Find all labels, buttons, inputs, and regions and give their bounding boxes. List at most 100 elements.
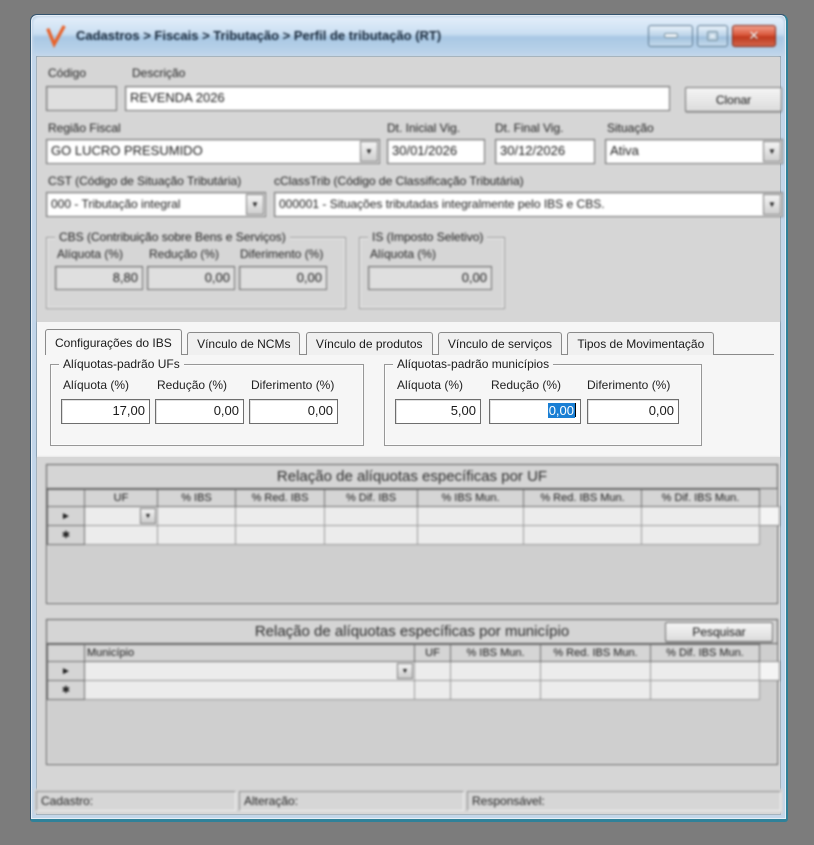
grid-mun-cell[interactable]	[540, 680, 651, 700]
text-caret	[575, 403, 576, 417]
dialog-client-area: Código Descrição REVENDA 2026 Clonar Reg…	[34, 56, 783, 815]
close-button[interactable]: ✕	[732, 24, 776, 47]
status-bar: Cadastro: Alteração: Responsável:	[34, 789, 783, 814]
grid-uf-cell[interactable]	[235, 525, 325, 545]
grid-uf-col-dif-ibs-mun: % Dif. IBS Mun.	[641, 489, 760, 507]
grid-mun-cell[interactable]	[650, 661, 760, 681]
cst-label: CST (Código de Situação Tributária)	[48, 174, 242, 188]
regiao-fiscal-dropdown-icon[interactable]: ▼	[360, 141, 378, 162]
grid-uf-cell[interactable]	[157, 506, 236, 526]
cst-dropdown-icon[interactable]: ▼	[246, 194, 264, 215]
new-record-icon: ✱	[47, 680, 85, 700]
tab-vinculo-ncms[interactable]: Vínculo de NCMs	[187, 332, 301, 355]
codigo-field[interactable]	[46, 86, 117, 111]
grid-mun-row-current[interactable]: ► ▼	[47, 661, 780, 681]
uf-aliquota-field[interactable]: 17,00	[61, 399, 150, 424]
uf-cell-dropdown-icon[interactable]: ▼	[140, 508, 156, 524]
grid-uf-cell-uf[interactable]: ▼	[84, 506, 158, 526]
current-record-icon: ►	[47, 506, 85, 526]
cbs-diferimento-field[interactable]: 0,00	[239, 266, 327, 290]
is-aliquota-field[interactable]: 0,00	[368, 266, 492, 290]
minimize-icon	[663, 33, 678, 38]
grid-mun-cell[interactable]	[650, 680, 760, 700]
maximize-button[interactable]	[697, 24, 728, 47]
cbs-aliquota-field[interactable]: 8,80	[55, 266, 143, 290]
pesquisar-button[interactable]: Pesquisar	[665, 622, 773, 642]
is-aliquota-label: Alíquota (%)	[370, 247, 437, 261]
grid-uf-col-ibs-mun: % IBS Mun.	[417, 489, 524, 507]
grid-uf-col-dif-ibs: % Dif. IBS	[324, 489, 418, 507]
municipio-cell-dropdown-icon[interactable]: ▼	[397, 663, 413, 679]
grid-uf-cell[interactable]	[324, 525, 418, 545]
situacao-select[interactable]: Ativa ▼	[605, 139, 783, 164]
tab-tipos-movimentacao[interactable]: Tipos de Movimentação	[567, 332, 715, 355]
descricao-field[interactable]: REVENDA 2026	[125, 86, 670, 111]
grid-mun-cell[interactable]	[414, 680, 451, 700]
dt-final-field[interactable]: 30/12/2026	[495, 139, 595, 164]
status-alteracao: Alteração:	[239, 791, 464, 811]
cbs-reducao-field[interactable]: 0,00	[147, 266, 235, 290]
cst-select[interactable]: 000 - Tributação integral ▼	[46, 192, 266, 217]
tab-vinculo-produtos[interactable]: Vínculo de produtos	[305, 332, 433, 355]
uf-reducao-label: Redução (%)	[157, 378, 228, 392]
cclasstrib-select[interactable]: 000001 - Situações tributadas integralme…	[274, 192, 783, 217]
regiao-fiscal-select[interactable]: GO LUCRO PRESUMIDO ▼	[46, 139, 380, 164]
grid-mun-row-new[interactable]: ✱	[47, 680, 780, 700]
grid-uf-cell[interactable]	[157, 525, 236, 545]
tab-strip: Configurações do IBS Vínculo de NCMs Vín…	[45, 329, 774, 356]
cbs-groupbox: CBS (Contribuição sobre Bens e Serviços)…	[46, 230, 346, 309]
grid-uf-cell[interactable]	[523, 525, 642, 545]
grid-uf-cell[interactable]	[417, 525, 524, 545]
maximize-icon	[707, 30, 718, 41]
grid-uf-row-current[interactable]: ► ▼	[47, 506, 780, 526]
dt-final-label: Dt. Final Vig.	[495, 121, 564, 135]
grid-mun-cell[interactable]	[414, 661, 451, 681]
cbs-aliquota-label: Alíquota (%)	[57, 247, 124, 261]
grid-aliquotas-uf: Relação de alíquotas específicas por UF …	[46, 464, 780, 604]
dt-inicial-field[interactable]: 30/01/2026	[387, 139, 485, 164]
mun-diferimento-field[interactable]: 0,00	[587, 399, 679, 424]
grid-uf-cell[interactable]	[641, 506, 760, 526]
grid-uf-cell[interactable]	[523, 506, 642, 526]
grid-uf-row-new[interactable]: ✱	[47, 525, 780, 545]
status-responsavel: Responsável:	[467, 791, 781, 811]
is-groupbox: IS (Imposto Seletivo) Alíquota (%) 0,00	[359, 230, 505, 309]
grid-aliquotas-municipio: Relação de alíquotas específicas por mun…	[46, 619, 780, 765]
tab-configuracoes-ibs[interactable]: Configurações do IBS	[45, 329, 182, 356]
mun-aliquota-field[interactable]: 5,00	[395, 399, 481, 424]
uf-diferimento-field[interactable]: 0,00	[249, 399, 338, 424]
uf-diferimento-label: Diferimento (%)	[251, 378, 335, 392]
grid-mun-cell[interactable]	[450, 680, 541, 700]
codigo-label: Código	[48, 66, 87, 80]
tab-vinculo-servicos[interactable]: Vínculo de serviços	[437, 332, 562, 355]
uf-reducao-field[interactable]: 0,00	[155, 399, 244, 424]
grid-mun-cell-municipio[interactable]: ▼	[84, 661, 415, 681]
new-record-icon: ✱	[47, 525, 85, 545]
grid-uf-cell[interactable]	[641, 525, 760, 545]
close-icon: ✕	[748, 27, 760, 43]
grid-uf-cell[interactable]	[84, 525, 158, 545]
aliquotas-padrao-municipios-groupbox: Alíquotas-padrão municípios Alíquota (%)…	[384, 357, 702, 446]
grid-mun-cell[interactable]	[84, 680, 415, 700]
mun-reducao-label: Redução (%)	[491, 378, 562, 392]
grid-uf-selector-header	[47, 489, 85, 507]
situacao-dropdown-icon[interactable]: ▼	[763, 141, 781, 162]
status-cadastro: Cadastro:	[36, 791, 236, 811]
mun-reducao-field[interactable]: 0,00	[489, 399, 581, 424]
grid-mun-cell[interactable]	[540, 661, 651, 681]
window-title: Cadastros > Fiscais > Tributação > Perfi…	[76, 28, 442, 43]
grid-mun-gutter	[760, 681, 780, 700]
grid-uf-cell[interactable]	[324, 506, 418, 526]
clonar-button[interactable]: Clonar	[685, 87, 782, 112]
mun-aliquota-label: Alíquota (%)	[397, 378, 464, 392]
grid-mun-table: Município UF % IBS Mun. % Red. IBS Mun. …	[47, 644, 780, 700]
grid-mun-title: Relação de alíquotas específicas por mun…	[47, 620, 777, 644]
titlebar[interactable]: Cadastros > Fiscais > Tributação > Perfi…	[33, 17, 784, 54]
grid-uf-scroll-gutter	[759, 506, 780, 526]
grid-uf-cell[interactable]	[235, 506, 325, 526]
grid-uf-cell[interactable]	[417, 506, 524, 526]
grid-mun-cell[interactable]	[450, 661, 541, 681]
cclasstrib-dropdown-icon[interactable]: ▼	[763, 194, 781, 215]
is-group-title: IS (Imposto Seletivo)	[368, 230, 488, 244]
minimize-button[interactable]	[648, 24, 693, 47]
